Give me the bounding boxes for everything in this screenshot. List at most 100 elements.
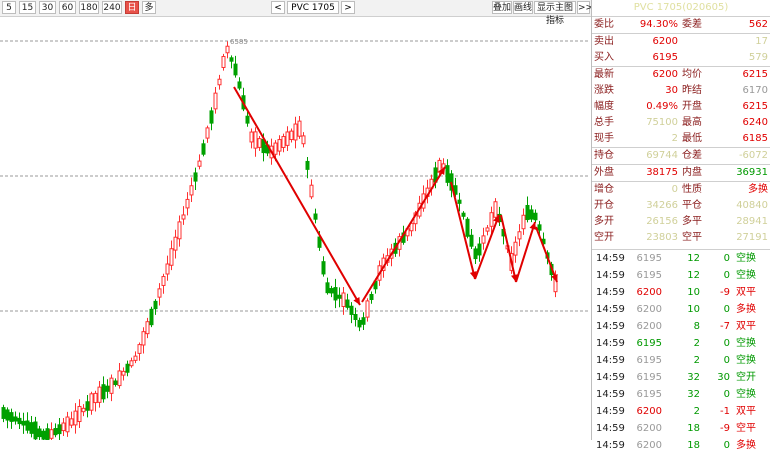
candle-body — [153, 300, 158, 310]
candle-body — [333, 287, 338, 301]
tick-time: 14:59 — [596, 372, 625, 383]
period-button-2[interactable]: 30 — [39, 1, 56, 14]
candle-body — [225, 45, 230, 54]
quote-value: -6072 — [738, 150, 768, 161]
candle-body — [13, 416, 18, 422]
quote-value: 6185 — [742, 133, 768, 144]
candle-body — [149, 308, 154, 326]
candle-body — [297, 120, 302, 137]
quote-value: 6170 — [742, 85, 768, 96]
quote-label: 买入 — [594, 52, 614, 63]
candle-body — [313, 213, 318, 220]
tick-row: 14:59 6200 18 -9 空平 — [592, 420, 770, 437]
period-button-5[interactable]: 240 — [102, 1, 122, 14]
candle-body — [93, 392, 98, 404]
tick-row: 14:59 6200 2 -1 双平 — [592, 403, 770, 420]
candle-body — [5, 409, 10, 421]
candle-body — [209, 110, 214, 124]
candle-body — [533, 212, 538, 221]
tick-type: 空换 — [736, 355, 756, 366]
candle-body — [309, 184, 314, 198]
quote-label: 内盘 — [682, 167, 702, 178]
candle-body — [321, 261, 326, 275]
tick-row: 14:59 6195 12 0 空换 — [592, 267, 770, 284]
next-symbol-button[interactable]: > — [341, 1, 355, 14]
main-indicator-button[interactable]: 显示主图指标 — [534, 1, 576, 26]
tick-volume: 10 — [687, 287, 700, 298]
quote-row: 卖出 6200 17 — [592, 33, 770, 50]
quote-label: 总手 — [594, 117, 614, 128]
tick-list[interactable]: 14:59 6195 12 0 空换 14:59 6195 12 0 空换 14:59 6200 10 -… — [592, 250, 770, 454]
quote-row: 持仓 69744 仓差 -6072 — [592, 147, 770, 164]
quote-row: 现手 2 最低 6185 — [592, 131, 770, 147]
candle-body — [109, 377, 114, 394]
quote-value: 26156 — [646, 216, 678, 227]
candle-body — [45, 428, 50, 440]
quote-label: 仓差 — [682, 150, 702, 161]
tick-time: 14:59 — [596, 423, 625, 434]
quote-row: 开仓 34266 平仓 40840 — [592, 198, 770, 214]
candle-body — [9, 412, 14, 422]
period-button-6[interactable]: 日 — [125, 1, 139, 14]
tick-volume: 2 — [693, 338, 700, 349]
candle-body — [117, 370, 122, 387]
tick-time: 14:59 — [596, 355, 625, 366]
candle-body — [305, 160, 310, 170]
draw-line-button[interactable]: 画线 — [513, 1, 533, 14]
candle-body — [481, 235, 486, 244]
quote-label: 委差 — [682, 19, 702, 30]
overlay-button[interactable]: 叠加 — [492, 1, 512, 14]
prev-symbol-button[interactable]: < — [271, 1, 285, 14]
candle-body — [85, 401, 90, 411]
tick-type: 空换 — [736, 389, 756, 400]
quote-value: 27191 — [736, 232, 768, 243]
candle-body — [113, 380, 118, 386]
candle-body — [21, 420, 26, 426]
candle-body — [61, 422, 66, 432]
candle-body — [349, 305, 354, 315]
candle-body — [357, 319, 362, 328]
candle-body — [145, 321, 150, 335]
tick-price: 6195 — [636, 372, 662, 383]
tick-row: 14:59 6200 8 -7 双平 — [592, 318, 770, 335]
quote-label: 空平 — [682, 232, 702, 243]
candle-body — [457, 199, 462, 204]
quote-value: 17 — [755, 36, 768, 47]
quote-label: 幅度 — [594, 101, 614, 112]
candle-body — [141, 331, 146, 346]
candle-body — [537, 224, 542, 231]
period-button-7[interactable]: 多 — [142, 1, 156, 14]
candle-body — [213, 92, 218, 110]
quote-row: 幅度 0.49% 开盘 6215 — [592, 99, 770, 115]
candlestick-chart[interactable]: 6585 — [0, 17, 590, 440]
quote-row: 外盘 38175 内盘 36931 — [592, 164, 770, 181]
tick-type: 空换 — [736, 253, 756, 264]
trend-line — [515, 221, 536, 283]
period-button-0[interactable]: 5 — [2, 1, 16, 14]
candle-body — [369, 293, 374, 301]
candle-body — [173, 236, 178, 251]
expand-button[interactable]: >> — [577, 1, 593, 14]
candle-body — [273, 142, 278, 155]
quote-value: 38175 — [646, 167, 678, 178]
period-button-3[interactable]: 60 — [59, 1, 76, 14]
candle-body — [489, 212, 494, 227]
period-button-4[interactable]: 180 — [79, 1, 99, 14]
candle-body — [97, 386, 102, 403]
tick-change: 0 — [723, 389, 730, 400]
candle-body — [53, 428, 58, 436]
trend-line — [233, 86, 361, 306]
candle-body — [181, 214, 186, 220]
candle-body — [49, 429, 54, 439]
symbol-label: PVC 1705 — [287, 1, 339, 14]
quote-label: 最新 — [594, 69, 614, 80]
tick-volume: 18 — [687, 423, 700, 434]
candle-body — [185, 198, 190, 209]
candle-body — [189, 185, 194, 196]
period-button-1[interactable]: 15 — [19, 1, 36, 14]
quote-row: 增仓 0 性质 多换 — [592, 181, 770, 198]
candle-body — [129, 360, 134, 367]
candle-body — [25, 420, 30, 431]
quote-row: 总手 75100 最高 6240 — [592, 115, 770, 131]
tick-price: 6200 — [636, 423, 662, 434]
